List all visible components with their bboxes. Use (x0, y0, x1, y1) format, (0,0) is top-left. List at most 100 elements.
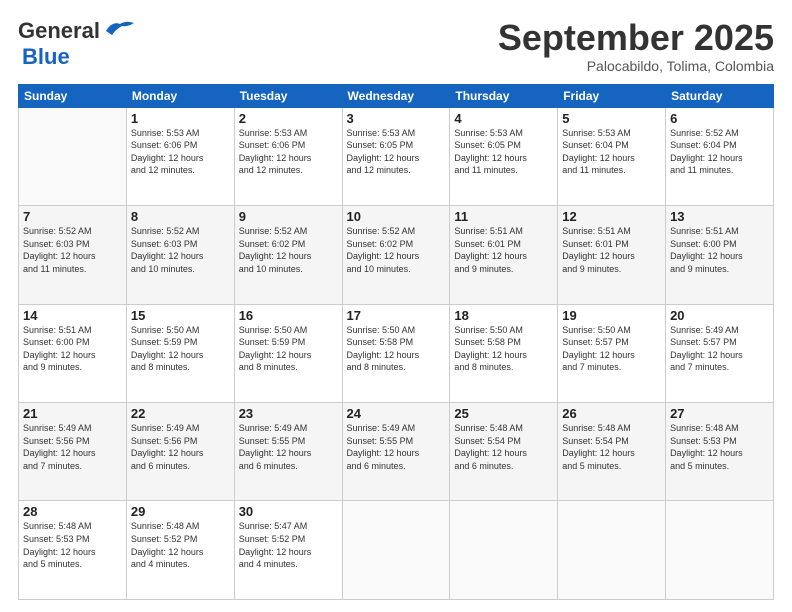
day-info: Sunrise: 5:49 AM Sunset: 5:55 PM Dayligh… (347, 422, 446, 472)
day-number: 25 (454, 406, 553, 421)
calendar-cell: 19Sunrise: 5:50 AM Sunset: 5:57 PM Dayli… (558, 304, 666, 402)
day-info: Sunrise: 5:51 AM Sunset: 6:01 PM Dayligh… (562, 225, 661, 275)
day-info: Sunrise: 5:49 AM Sunset: 5:57 PM Dayligh… (670, 324, 769, 374)
day-info: Sunrise: 5:53 AM Sunset: 6:06 PM Dayligh… (239, 127, 338, 177)
day-info: Sunrise: 5:53 AM Sunset: 6:05 PM Dayligh… (347, 127, 446, 177)
day-number: 16 (239, 308, 338, 323)
logo-bird-icon (104, 19, 136, 39)
logo-blue-text: Blue (22, 44, 70, 69)
weekday-header-thursday: Thursday (450, 84, 558, 107)
day-number: 28 (23, 504, 122, 519)
day-info: Sunrise: 5:49 AM Sunset: 5:56 PM Dayligh… (23, 422, 122, 472)
calendar-week-row: 1Sunrise: 5:53 AM Sunset: 6:06 PM Daylig… (19, 107, 774, 205)
calendar-cell: 28Sunrise: 5:48 AM Sunset: 5:53 PM Dayli… (19, 501, 127, 600)
calendar-week-row: 28Sunrise: 5:48 AM Sunset: 5:53 PM Dayli… (19, 501, 774, 600)
calendar-cell: 8Sunrise: 5:52 AM Sunset: 6:03 PM Daylig… (126, 206, 234, 304)
calendar-cell (19, 107, 127, 205)
page: General Blue September 2025 Palocabildo,… (0, 0, 792, 612)
day-number: 20 (670, 308, 769, 323)
location-subtitle: Palocabildo, Tolima, Colombia (498, 58, 774, 74)
day-number: 12 (562, 209, 661, 224)
day-info: Sunrise: 5:48 AM Sunset: 5:54 PM Dayligh… (562, 422, 661, 472)
day-info: Sunrise: 5:47 AM Sunset: 5:52 PM Dayligh… (239, 520, 338, 570)
day-number: 1 (131, 111, 230, 126)
day-number: 8 (131, 209, 230, 224)
calendar-week-row: 7Sunrise: 5:52 AM Sunset: 6:03 PM Daylig… (19, 206, 774, 304)
day-info: Sunrise: 5:52 AM Sunset: 6:02 PM Dayligh… (347, 225, 446, 275)
day-number: 4 (454, 111, 553, 126)
calendar-cell: 9Sunrise: 5:52 AM Sunset: 6:02 PM Daylig… (234, 206, 342, 304)
day-number: 24 (347, 406, 446, 421)
day-info: Sunrise: 5:52 AM Sunset: 6:03 PM Dayligh… (23, 225, 122, 275)
day-number: 27 (670, 406, 769, 421)
calendar-cell: 3Sunrise: 5:53 AM Sunset: 6:05 PM Daylig… (342, 107, 450, 205)
day-info: Sunrise: 5:53 AM Sunset: 6:04 PM Dayligh… (562, 127, 661, 177)
weekday-header-sunday: Sunday (19, 84, 127, 107)
day-number: 7 (23, 209, 122, 224)
day-info: Sunrise: 5:50 AM Sunset: 5:58 PM Dayligh… (347, 324, 446, 374)
calendar-cell: 24Sunrise: 5:49 AM Sunset: 5:55 PM Dayli… (342, 403, 450, 501)
calendar-cell: 12Sunrise: 5:51 AM Sunset: 6:01 PM Dayli… (558, 206, 666, 304)
day-info: Sunrise: 5:52 AM Sunset: 6:02 PM Dayligh… (239, 225, 338, 275)
calendar-cell: 26Sunrise: 5:48 AM Sunset: 5:54 PM Dayli… (558, 403, 666, 501)
day-number: 13 (670, 209, 769, 224)
calendar-cell: 6Sunrise: 5:52 AM Sunset: 6:04 PM Daylig… (666, 107, 774, 205)
calendar-cell: 20Sunrise: 5:49 AM Sunset: 5:57 PM Dayli… (666, 304, 774, 402)
weekday-header-tuesday: Tuesday (234, 84, 342, 107)
day-number: 15 (131, 308, 230, 323)
day-info: Sunrise: 5:50 AM Sunset: 5:57 PM Dayligh… (562, 324, 661, 374)
day-number: 6 (670, 111, 769, 126)
day-number: 18 (454, 308, 553, 323)
day-number: 14 (23, 308, 122, 323)
day-info: Sunrise: 5:53 AM Sunset: 6:05 PM Dayligh… (454, 127, 553, 177)
calendar-cell: 25Sunrise: 5:48 AM Sunset: 5:54 PM Dayli… (450, 403, 558, 501)
day-number: 10 (347, 209, 446, 224)
calendar-week-row: 21Sunrise: 5:49 AM Sunset: 5:56 PM Dayli… (19, 403, 774, 501)
calendar-cell: 5Sunrise: 5:53 AM Sunset: 6:04 PM Daylig… (558, 107, 666, 205)
calendar-cell: 1Sunrise: 5:53 AM Sunset: 6:06 PM Daylig… (126, 107, 234, 205)
day-info: Sunrise: 5:51 AM Sunset: 6:00 PM Dayligh… (670, 225, 769, 275)
day-info: Sunrise: 5:51 AM Sunset: 6:01 PM Dayligh… (454, 225, 553, 275)
calendar-cell: 13Sunrise: 5:51 AM Sunset: 6:00 PM Dayli… (666, 206, 774, 304)
calendar-cell: 23Sunrise: 5:49 AM Sunset: 5:55 PM Dayli… (234, 403, 342, 501)
day-info: Sunrise: 5:48 AM Sunset: 5:52 PM Dayligh… (131, 520, 230, 570)
day-info: Sunrise: 5:51 AM Sunset: 6:00 PM Dayligh… (23, 324, 122, 374)
calendar-cell: 10Sunrise: 5:52 AM Sunset: 6:02 PM Dayli… (342, 206, 450, 304)
calendar-cell: 27Sunrise: 5:48 AM Sunset: 5:53 PM Dayli… (666, 403, 774, 501)
calendar-cell: 22Sunrise: 5:49 AM Sunset: 5:56 PM Dayli… (126, 403, 234, 501)
calendar-cell: 30Sunrise: 5:47 AM Sunset: 5:52 PM Dayli… (234, 501, 342, 600)
day-info: Sunrise: 5:49 AM Sunset: 5:56 PM Dayligh… (131, 422, 230, 472)
weekday-header-saturday: Saturday (666, 84, 774, 107)
day-number: 19 (562, 308, 661, 323)
day-info: Sunrise: 5:50 AM Sunset: 5:58 PM Dayligh… (454, 324, 553, 374)
day-info: Sunrise: 5:49 AM Sunset: 5:55 PM Dayligh… (239, 422, 338, 472)
calendar-cell: 4Sunrise: 5:53 AM Sunset: 6:05 PM Daylig… (450, 107, 558, 205)
calendar-week-row: 14Sunrise: 5:51 AM Sunset: 6:00 PM Dayli… (19, 304, 774, 402)
day-number: 9 (239, 209, 338, 224)
day-number: 22 (131, 406, 230, 421)
calendar-cell (558, 501, 666, 600)
day-number: 17 (347, 308, 446, 323)
calendar-cell: 14Sunrise: 5:51 AM Sunset: 6:00 PM Dayli… (19, 304, 127, 402)
weekday-header-friday: Friday (558, 84, 666, 107)
day-number: 23 (239, 406, 338, 421)
day-info: Sunrise: 5:48 AM Sunset: 5:54 PM Dayligh… (454, 422, 553, 472)
day-info: Sunrise: 5:50 AM Sunset: 5:59 PM Dayligh… (239, 324, 338, 374)
logo: General Blue (18, 18, 136, 70)
day-number: 11 (454, 209, 553, 224)
day-info: Sunrise: 5:52 AM Sunset: 6:03 PM Dayligh… (131, 225, 230, 275)
logo-general-text: General (18, 18, 100, 44)
day-info: Sunrise: 5:48 AM Sunset: 5:53 PM Dayligh… (670, 422, 769, 472)
header: General Blue September 2025 Palocabildo,… (18, 18, 774, 74)
day-number: 30 (239, 504, 338, 519)
day-info: Sunrise: 5:52 AM Sunset: 6:04 PM Dayligh… (670, 127, 769, 177)
calendar-body: 1Sunrise: 5:53 AM Sunset: 6:06 PM Daylig… (19, 107, 774, 599)
day-info: Sunrise: 5:50 AM Sunset: 5:59 PM Dayligh… (131, 324, 230, 374)
day-number: 26 (562, 406, 661, 421)
calendar-cell: 16Sunrise: 5:50 AM Sunset: 5:59 PM Dayli… (234, 304, 342, 402)
month-title: September 2025 (498, 18, 774, 58)
day-number: 29 (131, 504, 230, 519)
weekday-header-monday: Monday (126, 84, 234, 107)
day-info: Sunrise: 5:53 AM Sunset: 6:06 PM Dayligh… (131, 127, 230, 177)
calendar-cell: 7Sunrise: 5:52 AM Sunset: 6:03 PM Daylig… (19, 206, 127, 304)
